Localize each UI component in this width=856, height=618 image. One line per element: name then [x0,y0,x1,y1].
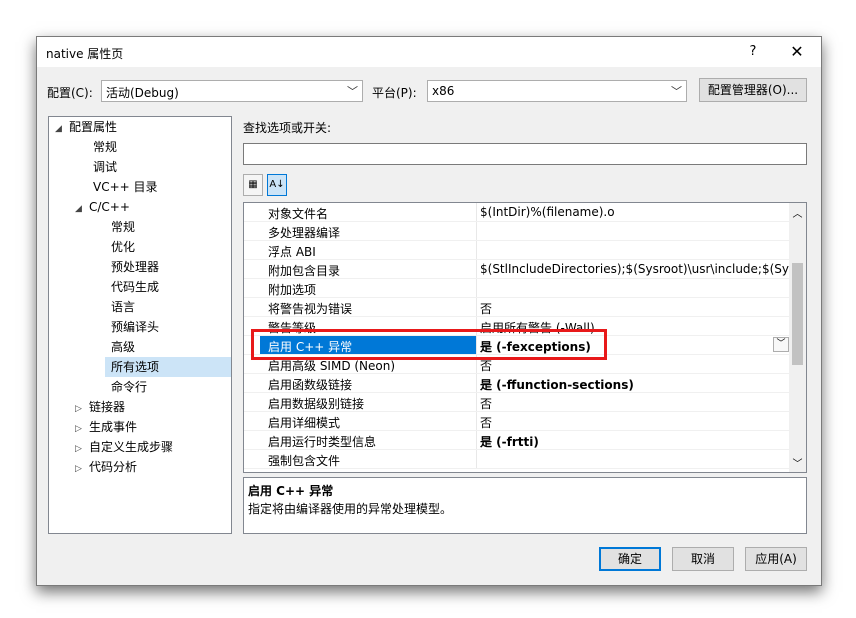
tree-item[interactable]: ▷ 自定义生成步骤 [75,437,173,457]
chevron-down-icon: ﹀ [347,85,358,98]
tree-item[interactable]: VC++ 目录 [93,177,158,197]
tree-item-selected[interactable]: 所有选项 [105,357,231,377]
tree-item[interactable]: ▷ 生成事件 [75,417,137,437]
property-row[interactable]: 启用函数级链接是 (-ffunction-sections) [244,374,790,393]
expand-icon[interactable]: ◢ [55,119,69,139]
expand-icon[interactable]: ▷ [75,419,89,439]
ok-button[interactable]: 确定 [599,547,661,571]
property-row[interactable]: 将警告视为错误否 [244,298,790,317]
platform-select[interactable]: x86 ﹀ [427,80,687,102]
highlight-box [251,329,607,360]
tree-item[interactable]: 高级 [111,337,135,357]
property-row[interactable]: 启用数据级别链接否 [244,393,790,412]
tree-item[interactable]: 调试 [93,157,117,177]
config-value: 活动(Debug) [106,86,179,100]
tree-item[interactable]: 常规 [111,217,135,237]
search-label: 查找选项或开关: [243,121,332,135]
tree-item[interactable]: ◢ 配置属性 [55,117,117,137]
config-manager-button[interactable]: 配置管理器(O)... [699,78,807,102]
categorized-icon[interactable]: ▦ [243,174,263,196]
chevron-down-icon: ﹀ [671,85,682,98]
property-row[interactable]: 附加包含目录 $(StlIncludeDirectories);$(Sysroot… [244,260,806,279]
property-row[interactable]: 附加选项 [244,279,790,298]
expand-icon[interactable]: ▷ [75,399,89,419]
description-title: 启用 C++ 异常 [248,484,334,498]
expand-icon[interactable]: ▷ [75,459,89,479]
tree-item[interactable]: 优化 [111,237,135,257]
tree-item[interactable]: ◢ C/C++ [75,197,130,217]
property-row[interactable]: 启用详细模式否 [244,412,790,431]
property-row[interactable]: 浮点 ABI [244,241,790,260]
chevron-down-icon[interactable]: ﹀ [773,337,789,352]
tree-item[interactable]: 语言 [111,297,135,317]
scroll-thumb[interactable] [792,263,803,365]
alphabetical-sort-icon[interactable]: A↓ [267,174,287,196]
cancel-button[interactable]: 取消 [672,547,734,571]
help-icon[interactable]: ? [741,41,765,63]
tree-item[interactable]: 代码生成 [111,277,159,297]
close-icon[interactable]: ✕ [777,40,817,64]
platform-label: 平台(P): [372,86,417,100]
tree-item[interactable]: 预处理器 [111,257,159,277]
property-row[interactable]: 对象文件名 $(IntDir)%(filename).o [244,203,790,222]
tree-item[interactable]: ▷ 代码分析 [75,457,137,477]
tree-item[interactable]: 预编译头 [111,317,159,337]
property-pages-dialog: native 属性页 ? ✕ 配置(C): 活动(Debug) ﹀ 平台(P):… [36,36,822,586]
tree-item[interactable]: 常规 [93,137,117,157]
tree-item[interactable]: 命令行 [111,377,147,397]
search-input[interactable] [243,143,807,165]
expand-icon[interactable]: ◢ [75,199,89,219]
description-panel: 启用 C++ 异常 指定将由编译器使用的异常处理模型。 [243,477,807,534]
apply-button[interactable]: 应用(A) [745,547,807,571]
property-tree[interactable]: ◢ 配置属性 常规 调试 VC++ 目录 ◢ C/C++ 常规 优化 预处理器 代码… [48,116,232,534]
scroll-up-icon[interactable]: ︿ [789,205,806,220]
title-bar: native 属性页 ? ✕ [37,37,821,67]
property-row[interactable]: 多处理器编译 [244,222,790,241]
vertical-scrollbar[interactable]: ︿ ﹀ [789,203,806,472]
config-select[interactable]: 活动(Debug) ﹀ [101,80,363,102]
config-label: 配置(C): [47,86,93,100]
platform-value: x86 [432,84,455,98]
expand-icon[interactable]: ▷ [75,439,89,459]
description-text: 指定将由编译器使用的异常处理模型。 [248,502,453,516]
property-row[interactable]: 强制包含文件 [244,450,790,469]
tree-item[interactable]: ▷ 链接器 [75,397,125,417]
scroll-down-icon[interactable]: ﹀ [789,455,806,470]
window-title: native 属性页 [46,47,124,61]
property-row[interactable]: 启用运行时类型信息是 (-frtti) [244,431,790,450]
